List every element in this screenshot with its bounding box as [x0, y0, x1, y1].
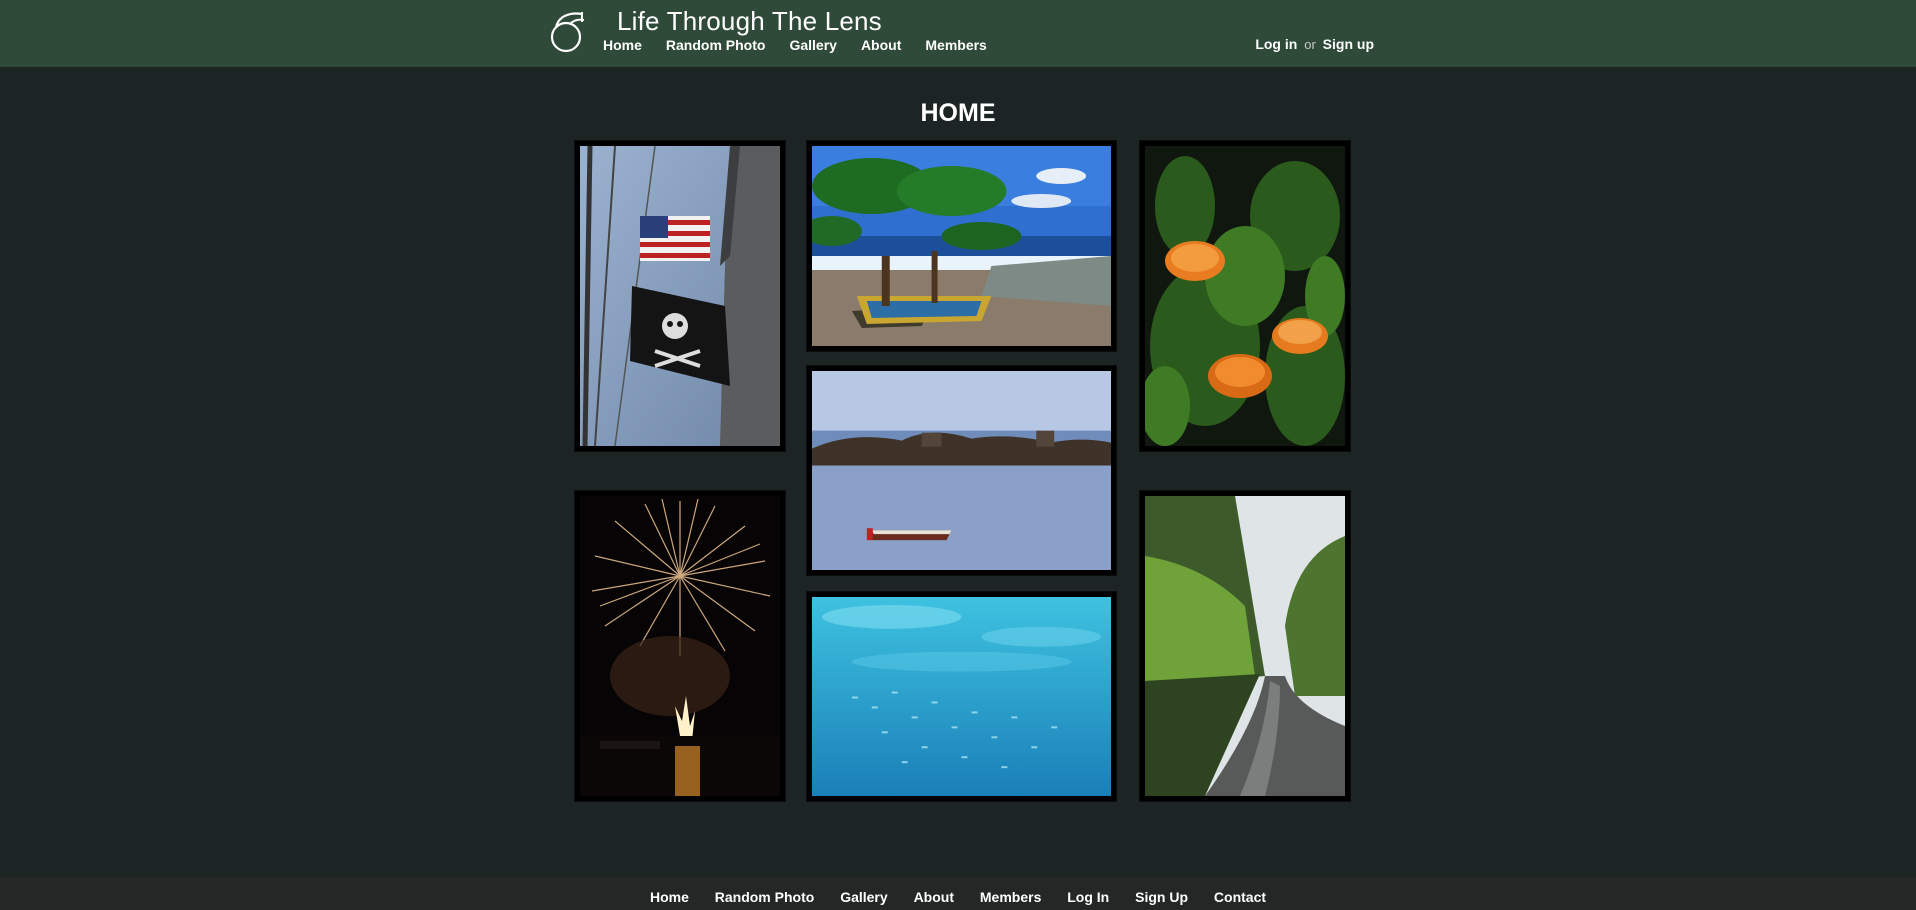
- auth-or-text: or: [1304, 37, 1316, 52]
- photo-thumbnail-mushrooms[interactable]: [1139, 140, 1351, 452]
- signup-link[interactable]: Sign up: [1323, 36, 1374, 52]
- camera-lens-logo-icon[interactable]: [548, 6, 588, 56]
- beach-photo-image: [812, 146, 1111, 346]
- flags-photo-image: [580, 146, 780, 446]
- sea-boat-photo-image: [812, 371, 1111, 570]
- photo-thumbnail-beach[interactable]: [806, 140, 1117, 352]
- mushrooms-photo-image: [1145, 146, 1345, 446]
- footer-about-link[interactable]: About: [914, 889, 954, 905]
- nav-about-link[interactable]: About: [861, 37, 901, 53]
- auth-links: Log in or Sign up: [1255, 36, 1374, 52]
- page-title: HOME: [920, 99, 996, 127]
- footer-signup-link[interactable]: Sign Up: [1135, 889, 1188, 905]
- footer-nav: Home Random Photo Gallery About Members …: [0, 889, 1916, 905]
- site-title[interactable]: Life Through The Lens: [617, 6, 882, 37]
- forest-road-photo-image: [1145, 496, 1345, 796]
- footer-login-link[interactable]: Log In: [1067, 889, 1109, 905]
- photo-thumbnail-underwater[interactable]: [806, 591, 1117, 802]
- nav-random-photo-link[interactable]: Random Photo: [666, 37, 766, 53]
- login-link[interactable]: Log in: [1255, 36, 1297, 52]
- photo-thumbnail-flags[interactable]: [574, 140, 786, 452]
- footer-random-photo-link[interactable]: Random Photo: [715, 889, 815, 905]
- footer-home-link[interactable]: Home: [650, 889, 689, 905]
- fireworks-photo-image: [580, 496, 780, 796]
- underwater-photo-image: [812, 597, 1111, 796]
- footer-gallery-link[interactable]: Gallery: [840, 889, 887, 905]
- footer-members-link[interactable]: Members: [980, 889, 1041, 905]
- photo-thumbnail-sea-boat[interactable]: [806, 365, 1117, 576]
- nav-home-link[interactable]: Home: [603, 37, 642, 53]
- nav-members-link[interactable]: Members: [925, 37, 986, 53]
- footer-contact-link[interactable]: Contact: [1214, 889, 1266, 905]
- site-header: Life Through The Lens Home Random Photo …: [0, 0, 1916, 67]
- photo-thumbnail-forest-road[interactable]: [1139, 490, 1351, 802]
- nav-gallery-link[interactable]: Gallery: [789, 37, 836, 53]
- photo-thumbnail-fireworks[interactable]: [574, 490, 786, 802]
- main-nav: Home Random Photo Gallery About Members: [603, 37, 1011, 53]
